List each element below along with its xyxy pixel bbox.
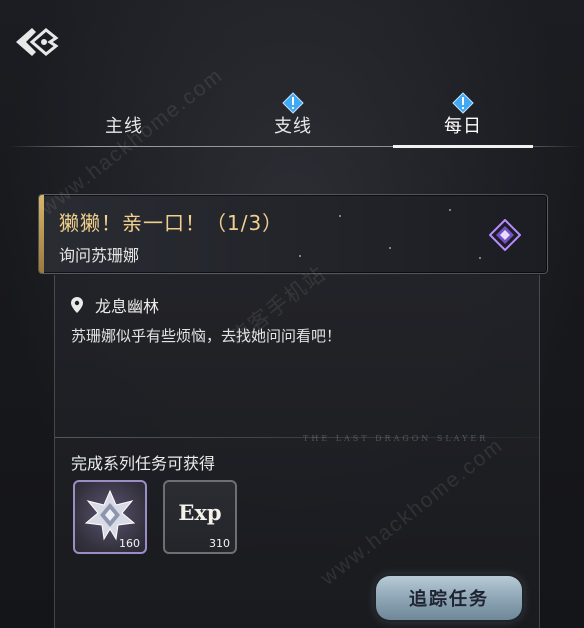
- decorative-title-text: THE LAST DRAGON SLAYER: [303, 434, 489, 443]
- back-button[interactable]: [10, 22, 62, 62]
- reward-count: 160: [119, 537, 140, 550]
- tab-daily-label: 每日: [444, 116, 482, 137]
- tab-active-indicator: [393, 145, 533, 148]
- star-decor: [479, 257, 481, 259]
- back-arrow-icon: [16, 28, 59, 56]
- star-decor: [339, 215, 341, 217]
- track-quest-button[interactable]: 追踪任务: [376, 576, 522, 620]
- location-row: 龙息幽林: [71, 293, 159, 317]
- quest-screen: 主线 支线 每日 獭獭！亲一口！（1/3） 询问苏珊娜 龙息幽林 苏珊娜似乎有些…: [0, 0, 584, 628]
- quest-card[interactable]: 獭獭！亲一口！（1/3） 询问苏珊娜: [38, 194, 548, 274]
- tab-daily[interactable]: 每日: [408, 88, 518, 148]
- quest-title: 獭獭！亲一口！（1/3）: [59, 211, 284, 235]
- reward-heading: 完成系列任务可获得: [71, 454, 216, 473]
- purple-diamond-emblem-icon: [489, 219, 521, 251]
- reward-item-exp[interactable]: Exp 310: [163, 480, 237, 554]
- track-quest-label: 追踪任务: [409, 589, 489, 610]
- quest-objective: 询问苏珊娜: [59, 246, 140, 265]
- star-decor: [299, 255, 301, 257]
- star-decor: [449, 209, 451, 211]
- tab-side-label: 支线: [274, 116, 312, 137]
- quest-description: 苏珊娜似乎有些烦恼，去找她问问看吧！: [71, 327, 342, 345]
- reward-item-crystal[interactable]: 160: [73, 480, 147, 554]
- location-pin-icon: [71, 297, 83, 313]
- alert-icon: [452, 92, 474, 114]
- quest-tabs: 主线 支线 每日: [0, 88, 584, 148]
- reward-count: 310: [209, 537, 230, 550]
- location-name: 龙息幽林: [95, 297, 160, 316]
- star-decor: [389, 247, 391, 249]
- alert-icon: [282, 92, 304, 114]
- tab-side[interactable]: 支线: [238, 88, 348, 148]
- exp-label: Exp: [178, 500, 222, 525]
